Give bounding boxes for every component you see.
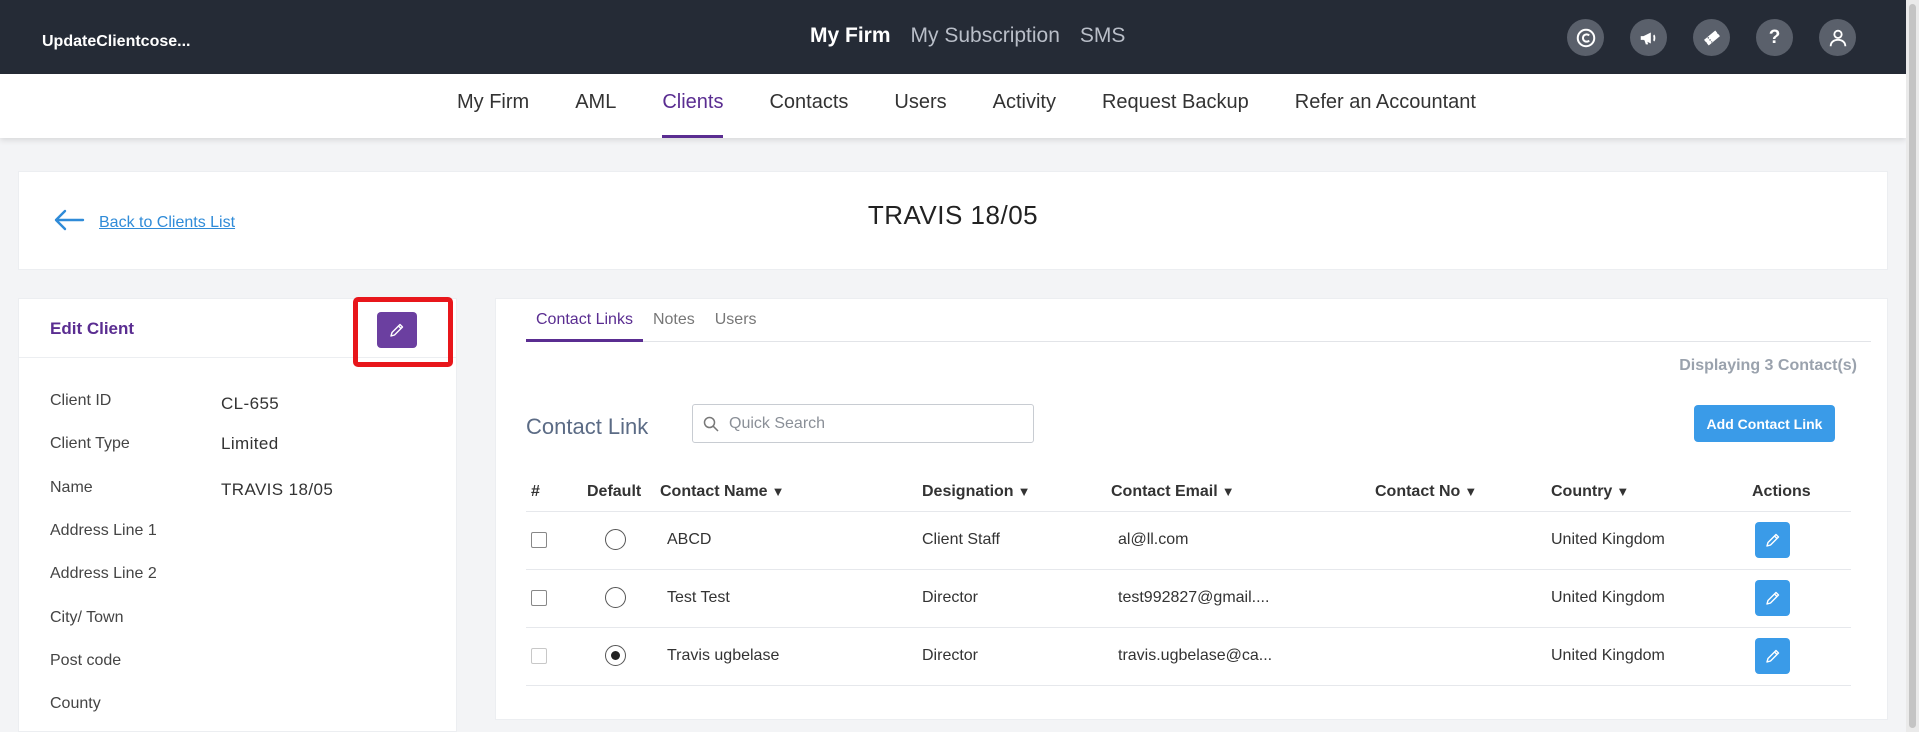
col-actions: Actions	[1752, 483, 1811, 500]
sort-arrow-icon[interactable]: ▼	[1464, 484, 1477, 499]
col-index: #	[531, 483, 540, 500]
field-label: City/ Town	[50, 609, 124, 626]
pencil-icon	[1765, 533, 1779, 547]
table-bottom-border	[526, 685, 1851, 686]
table-row: ABCD Client Staff al@ll.com United Kingd…	[526, 511, 1851, 569]
col-designation[interactable]: Designation ▼	[922, 483, 1030, 501]
top-nav: My Firm My Subscription SMS	[810, 24, 1125, 48]
col-country[interactable]: Country ▼	[1551, 483, 1629, 501]
cell-designation: Director	[922, 647, 979, 664]
cell-country: United Kingdom	[1551, 647, 1665, 664]
field-label: Address Line 2	[50, 565, 157, 582]
col-label: Country	[1551, 483, 1613, 500]
copyright-icon[interactable]	[1567, 19, 1604, 56]
col-label: Contact No	[1375, 483, 1461, 500]
edit-client-header: Edit Client	[19, 297, 456, 367]
quick-search[interactable]	[692, 404, 1034, 443]
subnav-users[interactable]: Users	[871, 74, 969, 138]
cell-email: al@ll.com	[1118, 531, 1189, 548]
cell-designation: Director	[922, 589, 979, 606]
add-contact-link-button[interactable]: Add Contact Link	[1694, 405, 1835, 442]
search-icon	[703, 416, 719, 432]
col-label: Contact Email	[1111, 483, 1218, 500]
table-row: Test Test Director test992827@gmail.... …	[526, 569, 1851, 627]
cell-email: travis.ugbelase@ca...	[1118, 647, 1273, 664]
col-contact-no[interactable]: Contact No ▼	[1375, 483, 1477, 501]
help-icon[interactable]: ?	[1756, 19, 1793, 56]
page-scrollbar[interactable]	[1906, 0, 1919, 732]
user-icon[interactable]	[1819, 19, 1856, 56]
subnav-refer-accountant[interactable]: Refer an Accountant	[1272, 74, 1499, 138]
search-input[interactable]	[729, 414, 1019, 433]
pencil-icon	[1765, 591, 1779, 605]
cell-contact-name: ABCD	[667, 531, 712, 548]
subnav-my-firm[interactable]: My Firm	[434, 74, 552, 138]
topnav-my-firm[interactable]: My Firm	[810, 24, 891, 48]
field-value: TRAVIS 18/05	[221, 480, 334, 499]
subnav-request-backup[interactable]: Request Backup	[1079, 74, 1272, 138]
col-default: Default	[587, 483, 642, 500]
contact-links-panel: Contact Links Notes Users Displaying 3 C…	[495, 298, 1888, 720]
cell-country: United Kingdom	[1551, 531, 1665, 548]
megaphone-icon[interactable]	[1630, 19, 1667, 56]
tabs: Contact Links Notes Users	[526, 299, 1871, 342]
row-checkbox[interactable]	[531, 648, 547, 664]
title-card: Back to Clients List TRAVIS 18/05	[18, 171, 1888, 270]
row-edit-button[interactable]	[1755, 522, 1790, 558]
default-radio[interactable]	[605, 587, 626, 608]
table-header: # Default Contact Name ▼ Designation ▼ Con…	[526, 483, 1851, 513]
col-contact-email[interactable]: Contact Email ▼	[1111, 483, 1235, 501]
cell-contact-name: Test Test	[667, 589, 730, 606]
app-title: UpdateClientcose...	[42, 33, 191, 50]
default-radio[interactable]	[605, 529, 626, 550]
edit-client-title: Edit Client	[50, 319, 135, 338]
subnav-aml[interactable]: AML	[552, 74, 639, 138]
subnav-clients[interactable]: Clients	[639, 74, 746, 138]
default-radio[interactable]	[605, 645, 626, 666]
cell-email: test992827@gmail....	[1118, 589, 1270, 606]
display-count: Displaying 3 Contact(s)	[1679, 357, 1857, 374]
sort-arrow-icon[interactable]: ▼	[772, 484, 785, 499]
field-label: County	[50, 695, 101, 712]
sort-arrow-icon[interactable]: ▼	[1222, 484, 1235, 499]
top-icons: ?	[1567, 19, 1856, 56]
sort-arrow-icon[interactable]: ▼	[1616, 484, 1629, 499]
sort-arrow-icon[interactable]: ▼	[1018, 484, 1031, 499]
edit-client-button[interactable]	[377, 312, 417, 348]
tab-users[interactable]: Users	[705, 299, 767, 341]
topnav-my-subscription[interactable]: My Subscription	[911, 24, 1060, 48]
field-label: Address Line 1	[50, 522, 157, 539]
col-label: Designation	[922, 483, 1014, 500]
page-title: TRAVIS 18/05	[867, 200, 1039, 230]
topnav-sms[interactable]: SMS	[1080, 24, 1126, 48]
field-label: Post code	[50, 652, 122, 669]
edit-client-panel: Edit Client Client ID CL-655 Client Type…	[18, 297, 457, 732]
cell-contact-name: Travis ugbelase	[667, 647, 780, 664]
field-value: CL-655	[221, 394, 280, 413]
col-contact-name[interactable]: Contact Name ▼	[660, 483, 784, 501]
table-row: Travis ugbelase Director travis.ugbelase…	[526, 627, 1851, 685]
tab-notes[interactable]: Notes	[643, 299, 705, 341]
field-label: Name	[50, 479, 93, 496]
pencil-icon	[390, 323, 404, 337]
ticket-icon[interactable]	[1693, 19, 1730, 56]
scrollbar-thumb[interactable]	[1909, 4, 1916, 728]
row-checkbox[interactable]	[531, 590, 547, 606]
field-label: Client Type	[50, 435, 130, 452]
pencil-icon	[1765, 649, 1779, 663]
tab-contact-links[interactable]: Contact Links	[526, 299, 643, 342]
subnav-contacts[interactable]: Contacts	[746, 74, 871, 138]
cell-designation: Client Staff	[922, 531, 1000, 548]
col-label: Contact Name	[660, 483, 768, 500]
field-value: Limited	[221, 434, 279, 453]
row-checkbox[interactable]	[531, 532, 547, 548]
row-edit-button[interactable]	[1755, 638, 1790, 674]
cell-country: United Kingdom	[1551, 589, 1665, 606]
row-edit-button[interactable]	[1755, 580, 1790, 616]
field-label: Client ID	[50, 392, 112, 409]
contact-link-title: Contact Link	[526, 414, 649, 439]
top-bar: UpdateClientcose... My Firm My Subscript…	[0, 0, 1906, 74]
sub-nav: My Firm AML Clients Contacts Users Activ…	[0, 74, 1906, 138]
subnav-activity[interactable]: Activity	[970, 74, 1079, 138]
